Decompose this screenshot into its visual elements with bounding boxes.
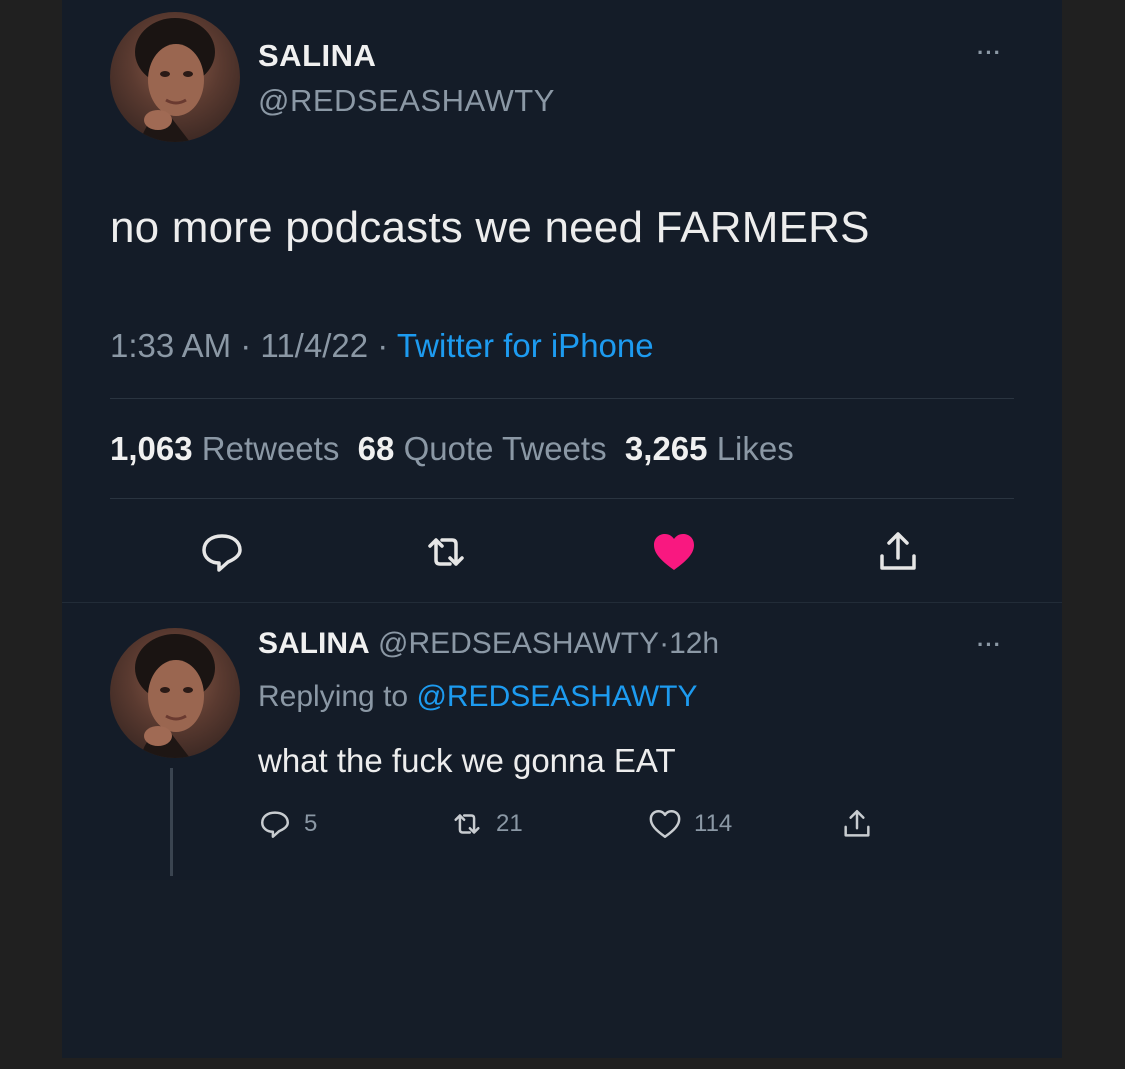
heart-filled-icon [654,534,694,570]
likes-count: 3,265 [624,430,708,467]
retweet-icon [428,538,464,566]
reply-display-name[interactable]: SALINA [258,627,370,660]
likes-stat[interactable]: 3,265 Likes [625,430,794,467]
retweet-button[interactable] [422,528,470,576]
empty-area [62,880,1062,1058]
reply-retweet-button[interactable]: 21 [450,806,523,842]
tweet-time[interactable]: 1:33 AM [110,327,231,364]
divider [62,602,1062,603]
avatar[interactable] [110,12,240,142]
reply-share-button[interactable] [840,806,874,842]
reply-avatar[interactable] [110,628,240,758]
tweet-source-link[interactable]: Twitter for iPhone [397,327,654,364]
reply-button[interactable] [198,528,246,576]
tweet-thread-screenshot: SALINA @REDSEASHAWTY ··· no more podcast… [62,0,1062,1058]
retweets-stat[interactable]: 1,063 Retweets [110,430,339,467]
divider [110,498,1014,499]
likes-label: Likes [716,430,794,467]
reply-count: 5 [304,810,318,837]
tweet-date[interactable]: 11/4/22 [260,327,368,364]
retweet-count: 21 [496,810,523,837]
reply-icon [202,534,242,572]
meta-separator: · [240,327,252,364]
display-name[interactable]: SALINA [258,38,376,74]
share-button[interactable] [874,528,922,576]
heart-icon [649,810,681,838]
share-icon [880,532,916,570]
reply-more-options-icon[interactable]: ··· [977,632,1002,658]
replying-label: Replying to [258,680,409,713]
like-button[interactable] [650,528,698,576]
quotes-label: Quote Tweets [403,430,607,467]
divider [110,398,1014,399]
handle[interactable]: @REDSEASHAWTY [258,83,555,119]
quotes-count: 68 [357,430,395,467]
retweet-icon [454,814,480,834]
reply-icon [261,811,289,838]
retweets-count: 1,063 [110,430,193,467]
retweets-label: Retweets [201,430,340,467]
share-icon [844,810,870,837]
reply-reply-button[interactable]: 5 [258,806,317,842]
meta-separator: · [377,327,389,364]
quotes-stat[interactable]: 68 Quote Tweets [358,430,607,467]
meta-separator: · [659,627,670,660]
reply-age[interactable]: 12h [669,627,719,660]
reply-header: SALINA @REDSEASHAWTY·12h [258,627,719,661]
tweet-text: no more podcasts we need FARMERS [110,203,870,252]
tweet-stats: 1,063 Retweets 68 Quote Tweets 3,265 Lik… [110,430,794,468]
reply-handle[interactable]: @REDSEASHAWTY [378,627,659,660]
like-count: 114 [694,810,733,837]
thread-line [170,768,173,876]
reply-like-button[interactable]: 114 [648,806,732,842]
replying-handle-link[interactable]: @REDSEASHAWTY [416,680,697,713]
more-options-icon[interactable]: ··· [977,40,1002,66]
reply-text: what the fuck we gonna EAT [258,742,676,779]
replying-to: Replying to @REDSEASHAWTY [258,680,697,714]
tweet-meta: 1:33 AM · 11/4/22 · Twitter for iPhone [110,327,654,365]
